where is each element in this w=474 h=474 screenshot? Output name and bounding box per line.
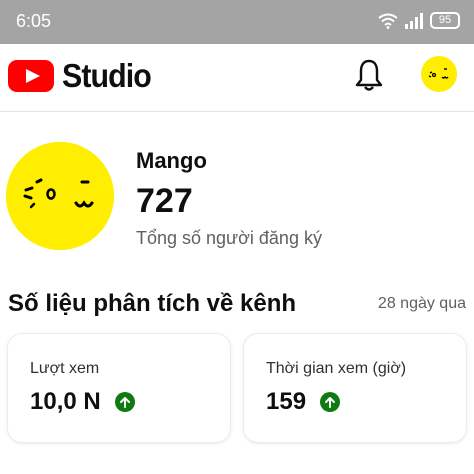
watch-time-card[interactable]: Thời gian xem (giờ) 159 xyxy=(244,334,466,442)
subscriber-count: 727 xyxy=(136,182,193,220)
channel-avatar xyxy=(6,142,114,250)
signal-icon xyxy=(405,12,423,29)
arrow-up-icon xyxy=(114,392,135,412)
card-value: 159 xyxy=(266,388,307,415)
card-label: Thời gian xem (giờ) xyxy=(266,360,407,377)
channel-name: Mango xyxy=(136,148,207,173)
views-card[interactable]: Lượt xem 10,0 N xyxy=(8,334,230,442)
youtube-studio-logo[interactable]: Studio xyxy=(8,57,159,95)
card-label: Lượt xem xyxy=(30,360,100,377)
card-value: 10,0 N xyxy=(30,388,101,415)
bell-icon[interactable] xyxy=(354,58,384,92)
card-value-row: 159 xyxy=(266,388,341,416)
youtube-logo-icon xyxy=(8,60,54,92)
status-bar: 6:05 95 xyxy=(0,0,474,44)
subscriber-label: Tổng số người đăng ký xyxy=(136,228,322,248)
card-value-row: 10,0 N xyxy=(30,388,135,416)
analytics-title: Số liệu phân tích về kênh xyxy=(8,290,297,317)
avatar-icon[interactable] xyxy=(421,56,457,92)
analytics-range: 28 ngày qua xyxy=(377,295,466,312)
battery-level: 95 xyxy=(438,14,452,26)
status-time: 6:05 xyxy=(16,11,52,31)
arrow-up-icon xyxy=(320,392,341,412)
status-icons: 95 xyxy=(378,12,460,29)
battery-icon: 95 xyxy=(430,12,460,29)
wifi-icon xyxy=(378,13,398,29)
app-header: Studio xyxy=(0,44,474,112)
logo-text: Studio xyxy=(62,57,152,94)
